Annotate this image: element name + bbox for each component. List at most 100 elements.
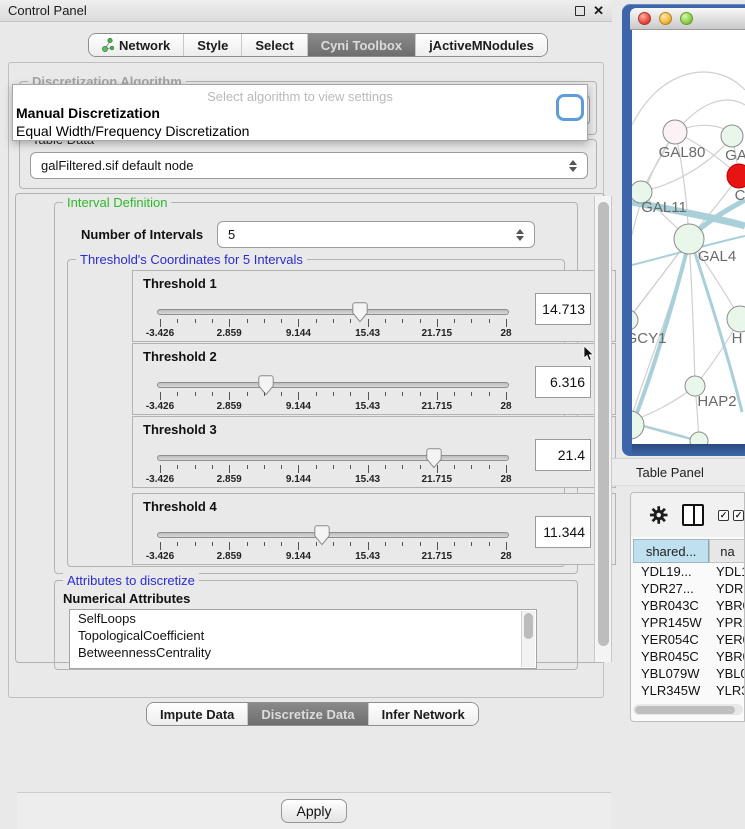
tab-cyni-toolbox[interactable]: Cyni Toolbox [308,34,416,56]
node-gcy1[interactable] [632,310,638,330]
table-row[interactable]: YIL052CYIL0 [633,699,745,703]
node-h[interactable] [727,306,745,332]
network-window-frame [632,444,745,456]
tab-label: jActiveMNodules [429,38,534,53]
node-bottom[interactable] [690,432,708,444]
slider-tick-labels: -3.4262.8599.14415.4321.71528 [160,328,506,340]
attribute-list-item[interactable]: TopologicalCoefficient [70,627,536,644]
combo-focus-ring[interactable] [556,94,584,121]
threshold-value-field[interactable]: 21.4 [535,439,591,471]
checkbox-icon[interactable]: ✓ [718,510,729,521]
network-window-titlebar[interactable] [630,8,745,30]
slider-tick-labels: -3.4262.8599.14415.4321.71528 [160,474,506,486]
threshold-value-field[interactable]: 14.713 [535,293,591,325]
attributes-group: Attributes to discretize Numerical Attri… [54,580,578,670]
threshold-value-field[interactable]: 11.344 [535,516,591,548]
tab-discretize-data[interactable]: Discretize Data [248,703,368,725]
threshold-box: Threshold 4-3.4262.8599.14415.4321.71528… [132,493,616,565]
attributes-list-scrollbar[interactable] [521,611,535,667]
node-label: GA [725,147,745,164]
tab-infer-network[interactable]: Infer Network [369,703,478,725]
node-label: H [732,330,743,347]
table-cell: YBR0 [710,598,745,613]
network-view-window[interactable]: GAL80GACGAL11GAL4GCY1HHAP2 [622,4,745,456]
slider-ticks [160,392,506,400]
cyni-toolbox-panel: Discretization Algorithm Table Data galF… [8,62,604,698]
table-panel-title: Table Panel [636,465,704,480]
attribute-list-item[interactable]: BetweennessCentrality [70,644,536,661]
tab-label: Select [255,38,293,53]
threshold-slider[interactable] [157,382,509,388]
table-cell: YLR3 [710,683,745,698]
tab-label: Style [197,38,228,53]
combo-spinner-icon[interactable] [516,229,524,241]
algorithm-option[interactable]: Manual Discretization [13,104,587,122]
num-intervals-combo[interactable]: 5 [217,221,535,248]
tab-impute-data[interactable]: Impute Data [147,703,248,725]
close-traffic-light-icon[interactable] [638,12,651,25]
table-data-combo[interactable]: galFiltered.sif default node [30,152,588,179]
node-gal80[interactable] [663,120,687,144]
table-row[interactable]: YDL19...YDL1 [633,563,745,580]
network-canvas[interactable]: GAL80GACGAL11GAL4GCY1HHAP2 [632,30,745,444]
tab-label: Network [119,38,170,53]
tab-jactivemnodules[interactable]: jActiveMNodules [416,34,547,56]
algorithm-dropdown-popup: Select algorithm to view settings Manual… [12,84,588,141]
node-bottom-left[interactable] [632,411,644,439]
attribute-list-item[interactable]: SelfLoops [70,610,536,627]
float-window-icon[interactable] [575,6,585,16]
table-cell: YPR1 [710,615,745,630]
apply-button[interactable]: Apply [281,799,347,823]
bottom-tab-bar: Impute Data Discretize Data Infer Network [146,702,479,726]
top-tab-bar: Network Style Select Cyni Toolbox jActiveMNo… [88,33,548,57]
node-label: GAL11 [641,199,687,216]
split-columns-icon[interactable] [682,504,704,526]
threshold-slider[interactable] [157,455,509,461]
close-icon[interactable]: ✕ [593,6,604,16]
table-cell: YER054C [633,632,710,647]
tab-style[interactable]: Style [184,34,242,56]
algorithm-option[interactable]: Equal Width/Frequency Discretization [13,122,587,140]
zoom-traffic-light-icon[interactable] [680,12,693,25]
column-checkboxes: ✓ ✓ [718,510,744,521]
tab-network[interactable]: Network [89,34,184,56]
tab-select[interactable]: Select [242,34,307,56]
table-cell: YBL0 [710,666,745,681]
thresholds-group: Threshold's Coordinates for 5 Intervals … [67,259,565,567]
table-row[interactable]: YPR145WYPR1 [633,614,745,631]
combo-spinner-icon[interactable] [569,160,577,172]
column-header[interactable]: na [709,539,745,563]
table-row[interactable]: YDR27...YDR2 [633,580,745,597]
node-top-right[interactable] [721,125,743,147]
slider-tick-labels: -3.4262.8599.14415.4321.71528 [160,401,506,413]
table-row[interactable]: YBL079WYBL0 [633,665,745,682]
threshold-slider[interactable] [157,309,509,315]
gear-icon[interactable] [649,505,668,525]
minimize-traffic-light-icon[interactable] [659,12,672,25]
tab-label: Impute Data [160,707,234,722]
attributes-list[interactable]: SelfLoopsTopologicalCoefficientBetweenne… [69,609,537,669]
threshold-value-field[interactable]: 6.316 [535,366,591,398]
interval-definition-title: Interval Definition [63,195,171,210]
threshold-slider[interactable] [157,532,509,538]
table-data-combo-value: galFiltered.sif default node [41,158,193,173]
table-panel: ✓ ✓ shared...na YDL19...YDL1YDR27...YDR2… [630,492,745,722]
table-row[interactable]: YLR345WYLR3 [633,682,745,699]
column-header[interactable]: shared... [633,539,709,563]
table-row[interactable]: YBR043CYBR0 [633,597,745,614]
table-row[interactable]: YER054CYER0 [633,631,745,648]
tab-label: Discretize Data [261,707,354,722]
table-panel-titlebar: Table Panel [612,458,745,486]
panel-title: Control Panel [8,3,87,18]
table-cell: YIL0 [710,700,745,703]
network-icon [102,38,114,52]
checkbox-icon[interactable]: ✓ [733,510,744,521]
table-rows: YDL19...YDL1YDR27...YDR2YBR043CYBR0YPR14… [633,563,745,703]
tab-label: Infer Network [382,707,465,722]
table-cell: YER0 [710,632,745,647]
table-row[interactable]: YBR045CYBR0 [633,648,745,665]
table-data-group: Table Data galFiltered.sif default node [19,139,597,189]
settings-vertical-scrollbar[interactable] [594,196,612,662]
table-horizontal-scrollbar[interactable] [633,704,743,715]
table-cell: YBR043C [633,598,710,613]
